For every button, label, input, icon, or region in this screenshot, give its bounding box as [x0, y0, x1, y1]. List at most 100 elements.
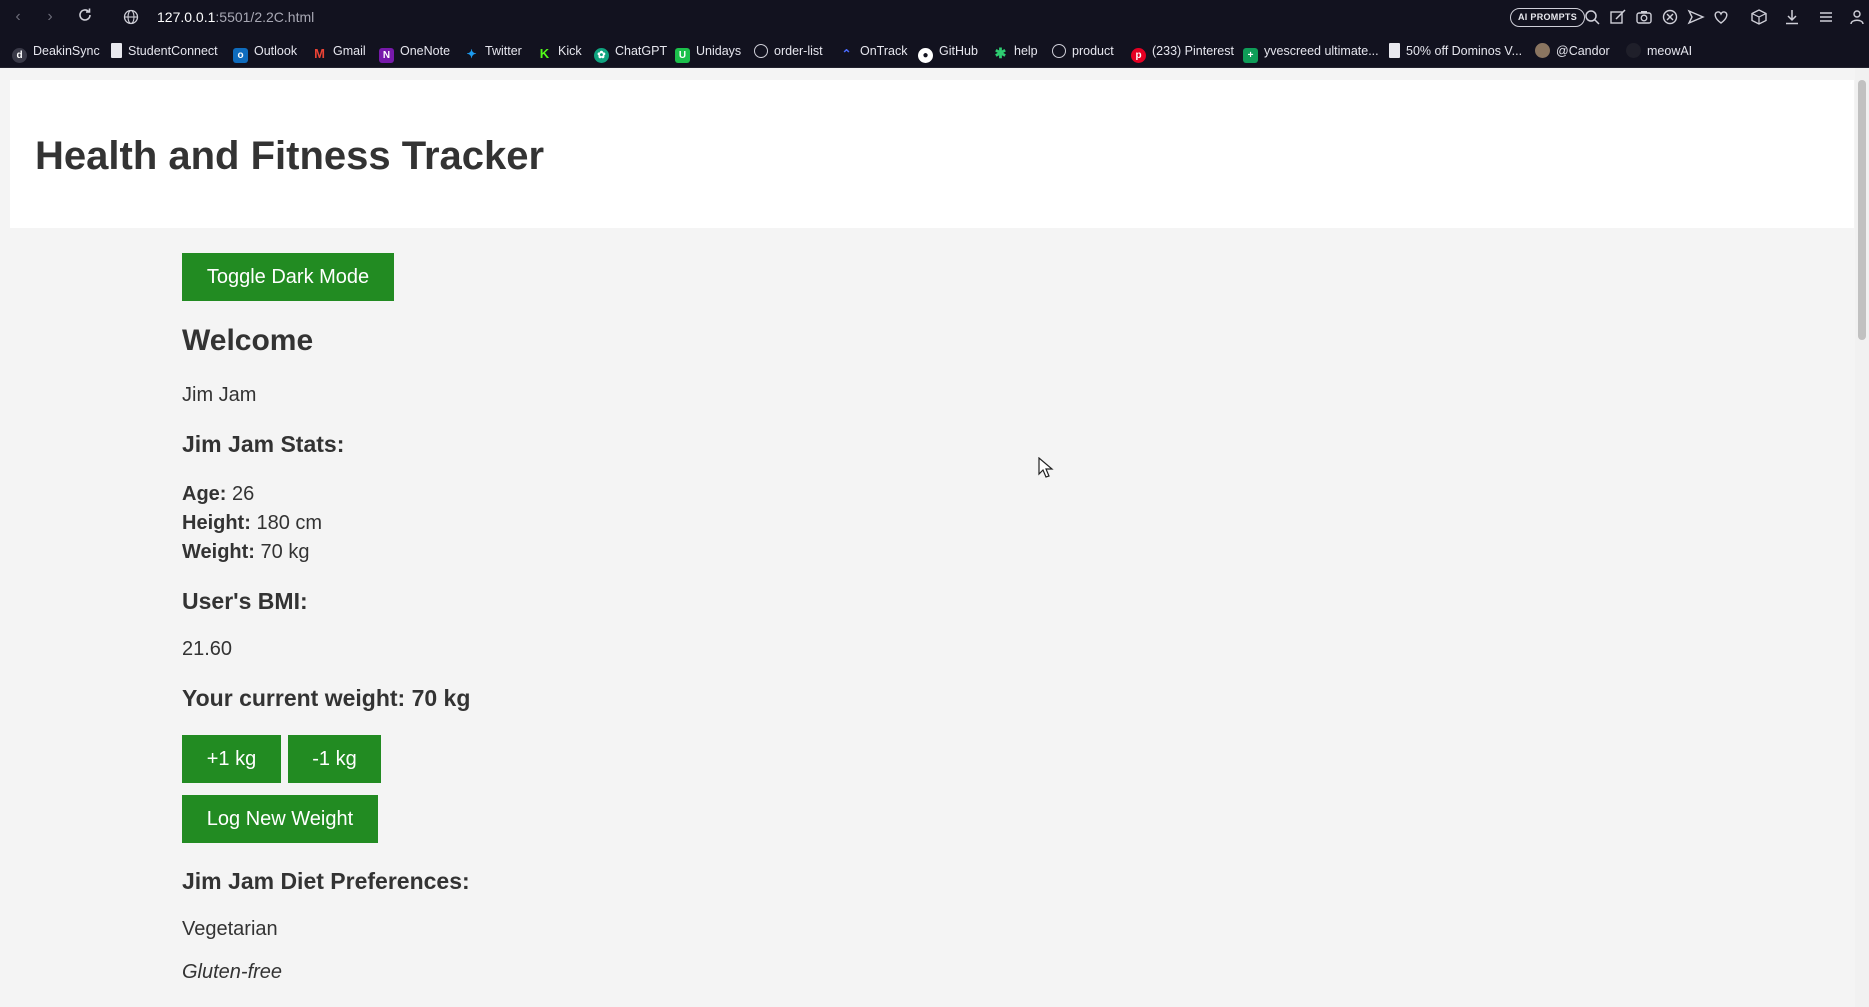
- page-viewport: Health and Fitness Tracker Toggle Dark M…: [0, 68, 1869, 1007]
- shield-icon[interactable]: [1661, 8, 1679, 26]
- bmi-heading: User's BMI:: [182, 588, 308, 614]
- bookmark-label: @Candor: [1556, 44, 1610, 58]
- age-label: Age:: [182, 483, 227, 505]
- globe-icon: [754, 44, 768, 58]
- twitter-icon: ✦: [466, 47, 477, 61]
- bookmark-label: (233) Pinterest: [1152, 44, 1234, 58]
- bookmark-label: ChatGPT: [615, 44, 668, 58]
- page-title: Health and Fitness Tracker: [35, 134, 545, 178]
- page-icon: [1389, 43, 1400, 58]
- bookmark-label: 50% off Dominos V...: [1406, 44, 1523, 58]
- bookmark-deakinsync[interactable]: d DeakinSync: [12, 42, 100, 63]
- current-weight-heading: Your current weight: 70 kg: [182, 685, 471, 711]
- bookmark-label: order-list: [774, 44, 823, 58]
- bookmark-github[interactable]: ● GitHub: [918, 42, 978, 63]
- unidays-icon: U: [675, 48, 690, 63]
- sheets-icon: +: [1243, 48, 1258, 63]
- reload-icon[interactable]: [75, 7, 95, 27]
- bookmark-label: Outlook: [254, 44, 298, 58]
- diet-heading: Jim Jam Diet Preferences:: [182, 868, 470, 894]
- send-icon[interactable]: [1687, 8, 1705, 26]
- forward-icon[interactable]: ›: [40, 7, 60, 27]
- profile-icon[interactable]: [1848, 8, 1866, 26]
- bookmark-label: Unidays: [696, 44, 742, 58]
- stats-heading: Jim Jam Stats:: [182, 431, 345, 457]
- bookmark-label: GitHub: [939, 44, 978, 58]
- bookmark-gmail[interactable]: M Gmail: [312, 42, 366, 61]
- bookmarks-bar: d DeakinSync StudentConnect o Outlook M Gma…: [0, 35, 1869, 68]
- bookmark-yvescreed[interactable]: + yvescreed ultimate...: [1243, 42, 1379, 63]
- stat-weight: Weight: 70 kg: [182, 541, 309, 564]
- bookmark-label: yvescreed ultimate...: [1264, 44, 1379, 58]
- url-path: :5501/2.2C.html: [215, 9, 315, 25]
- chatgpt-icon: ✿: [594, 48, 609, 63]
- meow-icon: [1626, 43, 1641, 58]
- url-host: 127.0.0.1: [157, 9, 216, 25]
- mouse-cursor-icon: [1038, 456, 1054, 479]
- bookmark-pinterest[interactable]: p (233) Pinterest: [1131, 42, 1234, 63]
- bookmark-label: Gmail: [333, 44, 366, 58]
- onenote-icon: N: [379, 48, 394, 63]
- page-icon: [111, 43, 122, 58]
- bookmark-label: OneNote: [400, 44, 451, 58]
- welcome-heading: Welcome: [182, 324, 314, 357]
- bookmark-unidays[interactable]: U Unidays: [675, 42, 742, 63]
- bookmark-label: help: [1014, 44, 1038, 58]
- gmail-icon: M: [314, 46, 325, 61]
- bookmark-dominos[interactable]: 50% off Dominos V...: [1389, 42, 1522, 60]
- bookmark-product[interactable]: product: [1052, 42, 1114, 60]
- site-info-icon[interactable]: [123, 9, 139, 25]
- bookmark-onenote[interactable]: N OneNote: [379, 42, 451, 63]
- bookmark-candor[interactable]: @Candor: [1535, 42, 1610, 60]
- toggle-dark-mode-button[interactable]: Toggle Dark Mode: [182, 253, 394, 301]
- decrease-weight-button[interactable]: -1 kg: [288, 735, 381, 783]
- browser-toolbar: ‹ › 127.0.0.1:5501/2.2C.html AI PROMPTS: [0, 0, 1869, 35]
- stat-height: Height: 180 cm: [182, 512, 322, 535]
- stat-age: Age: 26: [182, 483, 254, 506]
- bookmark-order-list[interactable]: order-list: [754, 42, 823, 60]
- bookmark-ontrack[interactable]: ⌃ OnTrack: [839, 42, 908, 61]
- height-value: 180 cm: [256, 512, 323, 534]
- log-new-weight-button[interactable]: Log New Weight: [182, 795, 378, 843]
- ontrack-icon: ⌃: [841, 47, 852, 61]
- outlook-icon: o: [233, 48, 248, 63]
- bookmark-meowai[interactable]: meowAI: [1626, 42, 1692, 60]
- user-name: Jim Jam: [182, 384, 257, 406]
- pinterest-icon: p: [1131, 48, 1146, 63]
- back-icon[interactable]: ‹: [8, 7, 28, 27]
- bookmark-label: Kick: [558, 44, 582, 58]
- menu-icon[interactable]: [1817, 8, 1835, 26]
- age-value: 26: [232, 483, 255, 505]
- diet-item-vegetarian: Vegetarian: [182, 918, 278, 940]
- kick-icon: K: [539, 46, 550, 61]
- bookmark-twitter[interactable]: ✦ Twitter: [464, 42, 522, 61]
- page-scrollbar[interactable]: [1855, 68, 1869, 1007]
- weight-value: 70 kg: [260, 541, 310, 563]
- increase-weight-button[interactable]: +1 kg: [182, 735, 281, 783]
- scrollbar-thumb[interactable]: [1858, 80, 1866, 340]
- bookmark-kick[interactable]: K Kick: [537, 42, 582, 61]
- bookmark-label: product: [1072, 44, 1114, 58]
- github-icon: ●: [918, 48, 933, 63]
- box-icon[interactable]: [1750, 8, 1768, 26]
- edit-icon[interactable]: [1609, 8, 1627, 26]
- bookmark-help[interactable]: ✱ help: [993, 42, 1038, 61]
- star-icon: ✱: [994, 45, 1007, 61]
- bookmark-outlook[interactable]: o Outlook: [233, 42, 298, 63]
- bookmark-chatgpt[interactable]: ✿ ChatGPT: [594, 42, 668, 63]
- bookmark-studentconnect[interactable]: StudentConnect: [111, 42, 218, 60]
- address-bar[interactable]: 127.0.0.1:5501/2.2C.html: [157, 9, 314, 25]
- download-icon[interactable]: [1783, 8, 1801, 26]
- heart-icon[interactable]: [1712, 8, 1730, 26]
- bookmark-label: StudentConnect: [128, 44, 218, 58]
- height-label: Height:: [182, 512, 251, 534]
- ai-prompts-button[interactable]: AI PROMPTS: [1510, 8, 1586, 27]
- bookmark-label: meowAI: [1647, 44, 1693, 58]
- bookmark-label: OnTrack: [860, 44, 908, 58]
- globe-icon: [1052, 44, 1066, 58]
- bookmark-label: DeakinSync: [33, 44, 100, 58]
- weight-label: Weight:: [182, 541, 255, 563]
- bookmark-label: Twitter: [485, 44, 522, 58]
- camera-icon[interactable]: [1635, 8, 1653, 26]
- search-icon[interactable]: [1583, 8, 1601, 26]
